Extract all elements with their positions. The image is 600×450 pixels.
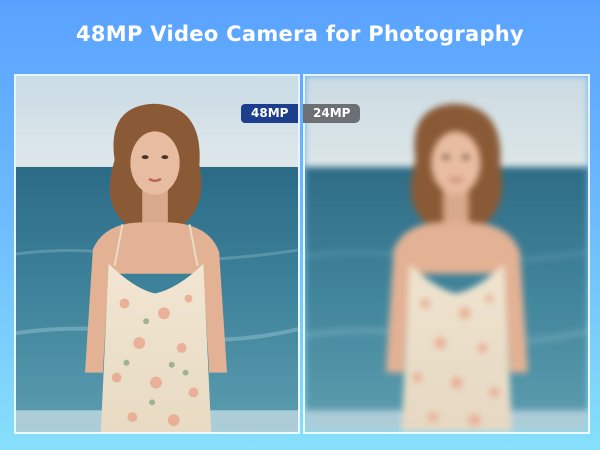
badge-48mp: 48MP: [241, 104, 299, 123]
portrait-photo-sharp: [16, 76, 298, 432]
badge-24mp: 24MP: [303, 104, 361, 123]
photo-48mp-panel: [14, 74, 300, 434]
photo-24mp-panel: [303, 74, 590, 434]
portrait-photo-blurred: [305, 76, 588, 432]
headline-title: 48MP Video Camera for Photography: [75, 22, 525, 46]
